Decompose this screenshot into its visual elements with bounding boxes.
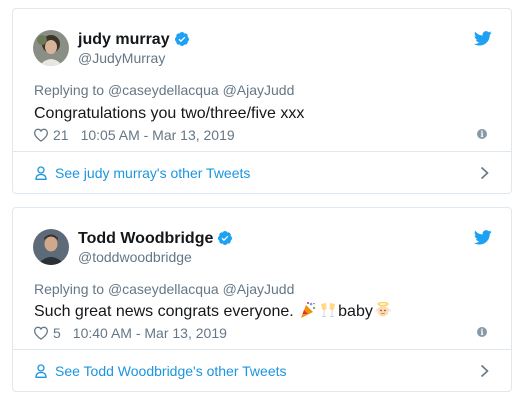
see-other-tweets-link[interactable]: See Todd Woodbridge's other Tweets — [13, 349, 511, 391]
avatar[interactable] — [33, 229, 69, 265]
tweet-meta: 21 10:05 AM - Mar 13, 2019 — [33, 127, 235, 143]
reply-context: Replying to @caseydellacqua @AjayJudd — [34, 280, 294, 298]
tweet-card: judy murray @JudyMurray Replying to @cas… — [12, 8, 512, 194]
person-icon — [35, 165, 47, 180]
user-handle[interactable]: @toddwoodbridge — [78, 248, 233, 266]
info-icon[interactable]: i — [477, 327, 487, 337]
mention-link[interactable]: @AjayJudd — [223, 82, 295, 98]
party-popper-icon — [301, 302, 316, 318]
tweet-text: Such great news congrats everyone. baby — [34, 301, 393, 322]
tweet-timestamp[interactable]: 10:05 AM - Mar 13, 2019 — [81, 127, 235, 143]
info-icon[interactable]: i — [477, 129, 487, 139]
mention-link[interactable]: @caseydellacqua — [108, 82, 219, 98]
twitter-bird-icon[interactable] — [474, 31, 492, 46]
name-block: Todd Woodbridge @toddwoodbridge — [78, 229, 233, 266]
avatar[interactable] — [33, 30, 69, 66]
clinking-glasses-icon — [321, 303, 336, 317]
see-other-tweets-label[interactable]: See Todd Woodbridge's other Tweets — [55, 363, 287, 379]
display-name[interactable]: judy murray — [78, 30, 170, 49]
replying-to-label: Replying to — [34, 82, 105, 98]
twitter-bird-icon[interactable] — [474, 230, 492, 245]
tweet-timestamp[interactable]: 10:40 AM - Mar 13, 2019 — [73, 325, 227, 341]
user-handle[interactable]: @JudyMurray — [78, 49, 190, 67]
see-other-tweets-link[interactable]: See judy murray's other Tweets — [13, 151, 511, 193]
verified-badge-icon — [218, 231, 233, 245]
tweet-text-main: Such great news congrats everyone. — [34, 303, 299, 320]
verified-badge-icon — [174, 32, 189, 46]
see-other-tweets-label[interactable]: See judy murray's other Tweets — [55, 165, 250, 181]
like-count[interactable]: 5 — [53, 325, 61, 341]
chevron-right-icon[interactable] — [480, 166, 489, 180]
chevron-right-icon[interactable] — [480, 364, 489, 378]
heart-icon[interactable] — [33, 128, 49, 142]
replying-to-label: Replying to — [34, 281, 105, 297]
like-count[interactable]: 21 — [53, 127, 69, 143]
tweet-meta: 5 10:40 AM - Mar 13, 2019 — [33, 325, 227, 341]
tweet-header: judy murray @JudyMurray — [33, 28, 190, 68]
tweet-text: Congratulations you two/three/five xxx — [34, 105, 305, 122]
tweet-card: Todd Woodbridge @toddwoodbridge Replying… — [12, 207, 512, 392]
mention-link[interactable]: @AjayJudd — [223, 281, 295, 297]
tweet-text-tail: baby — [338, 303, 373, 320]
person-icon — [35, 363, 47, 378]
heart-icon[interactable] — [33, 326, 49, 340]
baby-angel-icon — [374, 302, 391, 317]
reply-context: Replying to @caseydellacqua @AjayJudd — [34, 81, 294, 99]
name-row: judy murray — [78, 30, 190, 49]
name-block: judy murray @JudyMurray — [78, 30, 190, 67]
tweet-header: Todd Woodbridge @toddwoodbridge — [33, 227, 233, 267]
display-name[interactable]: Todd Woodbridge — [78, 229, 213, 248]
mention-link[interactable]: @caseydellacqua — [108, 281, 219, 297]
name-row: Todd Woodbridge — [78, 229, 233, 248]
